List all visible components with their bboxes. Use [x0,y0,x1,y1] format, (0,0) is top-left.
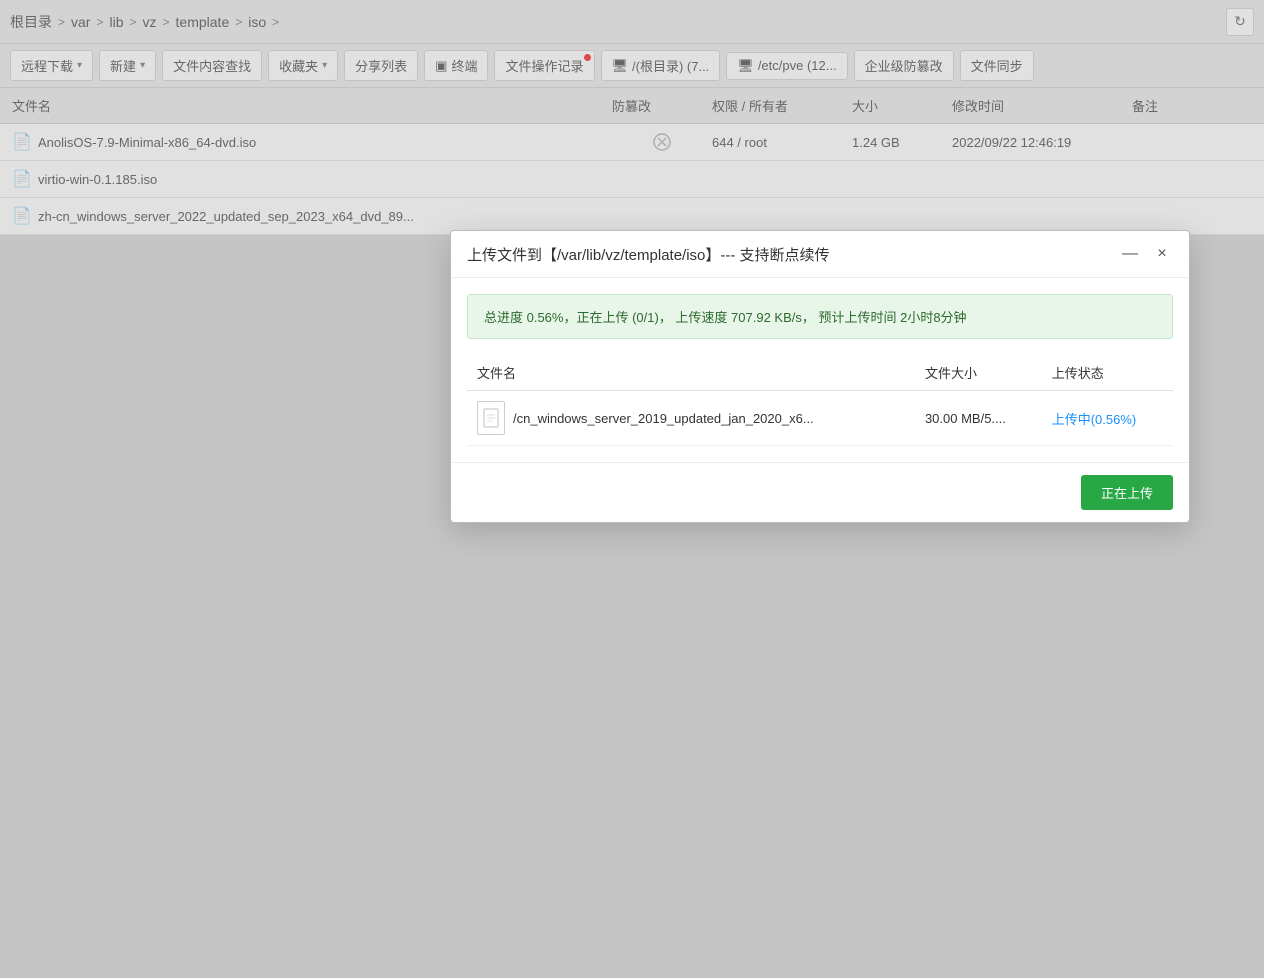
upload-file-icon [477,401,505,435]
dialog-close-button[interactable]: × [1151,243,1173,265]
upload-filename-cell: /cn_windows_server_2019_updated_jan_2020… [477,401,905,435]
upload-dialog: 上传文件到【/var/lib/vz/template/iso】--- 支持断点续… [450,230,1190,523]
progress-text: 总进度 0.56%，正在上传 (0/1)， 上传速度 707.92 KB/s， … [484,310,967,325]
upload-status-cell: 上传中(0.56%) [1042,391,1173,446]
upload-col-size: 文件大小 [915,355,1042,391]
dialog-titlebar: 上传文件到【/var/lib/vz/template/iso】--- 支持断点续… [451,231,1189,278]
progress-banner: 总进度 0.56%，正在上传 (0/1)， 上传速度 707.92 KB/s， … [467,294,1173,339]
dialog-footer: 正在上传 [451,462,1189,522]
upload-col-status: 上传状态 [1042,355,1173,391]
upload-size-cell: 30.00 MB/5.... [915,391,1042,446]
upload-table: 文件名 文件大小 上传状态 [467,355,1173,446]
dialog-minimize-button[interactable]: — [1119,243,1141,265]
dialog-body: 总进度 0.56%，正在上传 (0/1)， 上传速度 707.92 KB/s， … [451,278,1189,462]
uploading-button[interactable]: 正在上传 [1081,475,1173,510]
dialog-controls: — × [1119,243,1173,265]
upload-col-filename: 文件名 [467,355,915,391]
upload-status-text: 上传中(0.56%) [1052,412,1137,427]
upload-file-cell: /cn_windows_server_2019_updated_jan_2020… [467,391,915,446]
dialog-title: 上传文件到【/var/lib/vz/template/iso】--- 支持断点续… [467,244,830,265]
upload-row: /cn_windows_server_2019_updated_jan_2020… [467,391,1173,446]
upload-filename-text: /cn_windows_server_2019_updated_jan_2020… [513,411,814,426]
